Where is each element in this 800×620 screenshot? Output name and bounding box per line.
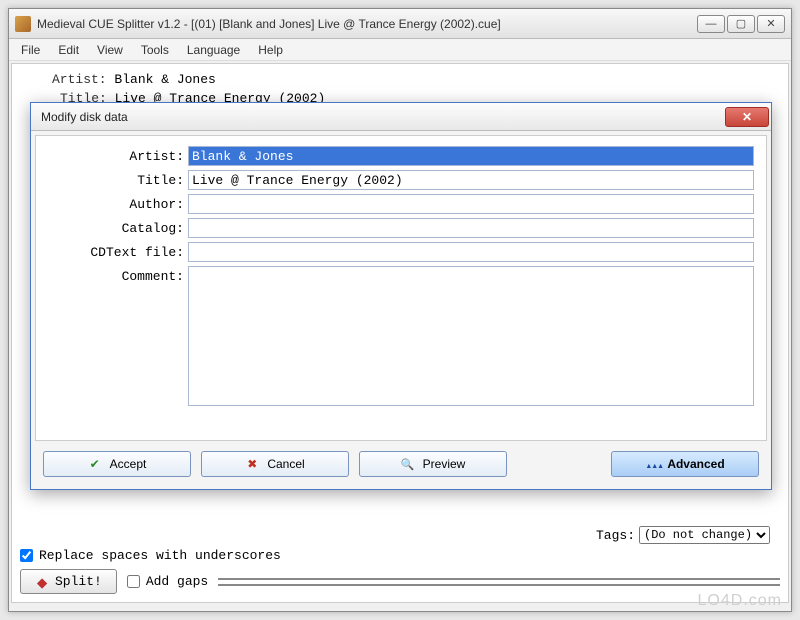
minimize-button[interactable]: — bbox=[697, 15, 725, 33]
dialog-buttonbar: Accept Cancel Preview Advanced bbox=[31, 445, 771, 487]
advanced-label: Advanced bbox=[667, 457, 724, 471]
tags-label: Tags: bbox=[596, 528, 635, 543]
watermark: LO4D.com bbox=[698, 592, 782, 610]
dialog-title: Modify disk data bbox=[41, 110, 725, 124]
menu-file[interactable]: File bbox=[13, 41, 48, 59]
bottom-area: Replace spaces with underscores Tags: (D… bbox=[20, 545, 780, 594]
replace-spaces-checkbox[interactable] bbox=[20, 549, 33, 562]
add-gaps-label: Add gaps bbox=[146, 574, 208, 589]
header-artist-row: Artist: Blank & Jones bbox=[22, 70, 778, 89]
comment-row: Comment: bbox=[48, 266, 754, 406]
menu-language[interactable]: Language bbox=[179, 41, 248, 59]
window-controls: — ▢ ✕ bbox=[697, 15, 785, 33]
cdtext-input[interactable] bbox=[188, 242, 754, 262]
author-label: Author: bbox=[48, 194, 188, 212]
author-input[interactable] bbox=[188, 194, 754, 214]
split-row: Split! Add gaps bbox=[20, 569, 780, 594]
accept-button[interactable]: Accept bbox=[43, 451, 191, 477]
preview-label: Preview bbox=[423, 457, 466, 471]
header-artist-label: Artist: bbox=[52, 72, 107, 87]
menu-tools[interactable]: Tools bbox=[133, 41, 177, 59]
progress-bar-2 bbox=[218, 584, 780, 586]
menu-help[interactable]: Help bbox=[250, 41, 291, 59]
add-gaps-checkbox[interactable] bbox=[127, 575, 140, 588]
dialog-body: Artist: Title: Author: Catalog: CDText f… bbox=[35, 135, 767, 441]
split-icon bbox=[35, 575, 49, 589]
accept-icon bbox=[88, 457, 102, 471]
split-button-label: Split! bbox=[55, 574, 102, 589]
advanced-icon bbox=[645, 457, 659, 471]
window-title: Medieval CUE Splitter v1.2 - [(01) [Blan… bbox=[37, 17, 697, 31]
cdtext-label: CDText file: bbox=[48, 242, 188, 260]
add-gaps-row: Add gaps bbox=[127, 574, 208, 589]
replace-spaces-row: Replace spaces with underscores bbox=[20, 548, 780, 563]
tags-group: Tags: (Do not change) bbox=[596, 526, 770, 544]
modify-disk-dialog: Modify disk data ✕ Artist: Title: Author… bbox=[30, 102, 772, 490]
split-button[interactable]: Split! bbox=[20, 569, 117, 594]
preview-button[interactable]: Preview bbox=[359, 451, 507, 477]
cancel-label: Cancel bbox=[267, 457, 304, 471]
comment-textarea[interactable] bbox=[188, 266, 754, 406]
preview-icon bbox=[401, 457, 415, 471]
header-artist-value: Blank & Jones bbox=[114, 72, 215, 87]
comment-label: Comment: bbox=[48, 266, 188, 284]
maximize-button[interactable]: ▢ bbox=[727, 15, 755, 33]
menu-view[interactable]: View bbox=[89, 41, 131, 59]
cancel-button[interactable]: Cancel bbox=[201, 451, 349, 477]
catalog-input[interactable] bbox=[188, 218, 754, 238]
title-input[interactable] bbox=[188, 170, 754, 190]
dialog-titlebar: Modify disk data ✕ bbox=[31, 103, 771, 131]
replace-spaces-label: Replace spaces with underscores bbox=[39, 548, 281, 563]
title-label: Title: bbox=[48, 170, 188, 188]
app-icon bbox=[15, 16, 31, 32]
title-row: Title: bbox=[48, 170, 754, 190]
progress-bar-1 bbox=[218, 578, 780, 580]
author-row: Author: bbox=[48, 194, 754, 214]
menubar: File Edit View Tools Language Help bbox=[9, 39, 791, 61]
advanced-button[interactable]: Advanced bbox=[611, 451, 759, 477]
cancel-icon bbox=[245, 457, 259, 471]
tags-select[interactable]: (Do not change) bbox=[639, 526, 770, 544]
catalog-row: Catalog: bbox=[48, 218, 754, 238]
catalog-label: Catalog: bbox=[48, 218, 188, 236]
artist-input[interactable] bbox=[188, 146, 754, 166]
close-button[interactable]: ✕ bbox=[757, 15, 785, 33]
main-titlebar: Medieval CUE Splitter v1.2 - [(01) [Blan… bbox=[9, 9, 791, 39]
dialog-close-button[interactable]: ✕ bbox=[725, 107, 769, 127]
artist-row: Artist: bbox=[48, 146, 754, 166]
cdtext-row: CDText file: bbox=[48, 242, 754, 262]
artist-label: Artist: bbox=[48, 146, 188, 164]
accept-label: Accept bbox=[110, 457, 147, 471]
menu-edit[interactable]: Edit bbox=[50, 41, 87, 59]
